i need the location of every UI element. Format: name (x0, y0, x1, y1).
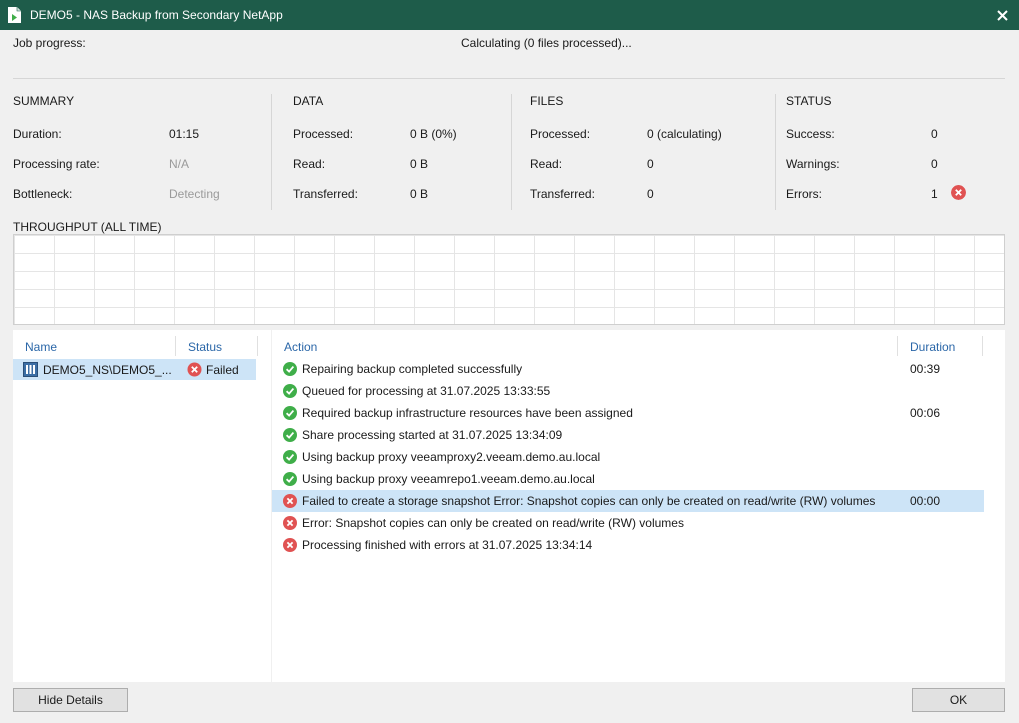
action-row[interactable]: Using backup proxy veeamproxy2.veeam.dem… (272, 446, 984, 468)
processing-rate-value: N/A (169, 157, 190, 171)
file-share-icon (23, 362, 38, 377)
throughput-chart (13, 234, 1005, 325)
action-row[interactable]: Repairing backup completed successfully 0… (272, 358, 984, 380)
success-value: 0 (931, 127, 938, 141)
action-row[interactable]: Required backup infrastructure resources… (272, 402, 984, 424)
files-read-label: Read: (530, 157, 563, 171)
name-column-header[interactable]: Name (25, 340, 57, 354)
data-read-value: 0 B (410, 157, 429, 171)
close-icon (996, 9, 1008, 21)
warnings-label: Warnings: (786, 157, 840, 171)
data-heading: DATA (293, 94, 324, 108)
data-transferred-value: 0 B (410, 187, 429, 201)
check-circle-icon (283, 406, 297, 420)
section-separator (511, 94, 512, 210)
actions-list: Action Duration Repairing backup complet… (272, 330, 1005, 682)
bottleneck-value: Detecting (169, 187, 220, 201)
column-divider[interactable] (257, 336, 258, 356)
duration-column-header[interactable]: Duration (910, 340, 955, 354)
x-circle-icon (283, 516, 297, 530)
action-text: Required backup infrastructure resources… (302, 406, 633, 420)
action-text: Failed to create a storage snapshot Erro… (302, 494, 876, 508)
action-duration: 00:39 (910, 362, 941, 376)
check-circle-icon (283, 362, 297, 376)
action-text: Error: Snapshot copies can only be creat… (302, 516, 684, 530)
action-duration: 00:06 (910, 406, 941, 420)
job-progress-value: Calculating (0 files processed)... (461, 36, 632, 50)
column-divider[interactable] (982, 336, 983, 356)
data-processed-value: 0 B (0%) (410, 127, 457, 141)
error-icon (951, 185, 966, 200)
window-title: DEMO5 - NAS Backup from Secondary NetApp (30, 8, 283, 22)
objects-list: Name Status DEMO5_NS\DEMO5_... Failed (13, 330, 271, 682)
errors-value: 1 (931, 187, 938, 201)
data-processed-label: Processed: (293, 127, 354, 141)
action-column-header[interactable]: Action (284, 340, 317, 354)
duration-value: 01:15 (169, 127, 200, 141)
x-circle-icon (283, 538, 297, 552)
action-text: Share processing started at 31.07.2025 1… (302, 428, 563, 442)
x-circle-icon (187, 362, 202, 377)
action-duration: 00:00 (910, 494, 941, 508)
hide-details-button[interactable]: Hide Details (13, 688, 128, 712)
divider (13, 78, 1005, 79)
throughput-label: THROUGHPUT (ALL TIME) (13, 220, 162, 234)
veeam-job-icon (8, 7, 21, 23)
check-circle-icon (283, 428, 297, 442)
action-row[interactable]: Queued for processing at 31.07.2025 13:3… (272, 380, 984, 402)
files-processed-value: 0 (calculating) (647, 127, 722, 141)
job-progress-label: Job progress: (13, 36, 86, 50)
files-transferred-value: 0 (647, 187, 654, 201)
warnings-value: 0 (931, 157, 938, 171)
files-heading: FILES (530, 94, 564, 108)
files-transferred-label: Transferred: (530, 187, 595, 201)
x-circle-icon (283, 494, 297, 508)
files-read-value: 0 (647, 157, 654, 171)
action-text: Using backup proxy veeamrepo1.veeam.demo… (302, 472, 595, 486)
action-text: Queued for processing at 31.07.2025 13:3… (302, 384, 551, 398)
ok-button[interactable]: OK (912, 688, 1005, 712)
object-row[interactable]: DEMO5_NS\DEMO5_... Failed (13, 359, 256, 380)
action-row[interactable]: Error: Snapshot copies can only be creat… (272, 512, 984, 534)
action-row[interactable]: Share processing started at 31.07.2025 1… (272, 424, 984, 446)
action-text: Using backup proxy veeamproxy2.veeam.dem… (302, 450, 601, 464)
files-processed-label: Processed: (530, 127, 591, 141)
action-text: Processing finished with errors at 31.07… (302, 538, 593, 552)
section-separator (271, 94, 272, 210)
data-transferred-label: Transferred: (293, 187, 358, 201)
title-bar: DEMO5 - NAS Backup from Secondary NetApp (0, 0, 1019, 30)
object-name: DEMO5_NS\DEMO5_... (43, 363, 172, 377)
bottleneck-label: Bottleneck: (13, 187, 73, 201)
dialog-body: Job progress: Calculating (0 files proce… (0, 30, 1019, 723)
check-circle-icon (283, 450, 297, 464)
summary-heading: SUMMARY (13, 94, 75, 108)
status-column-header[interactable]: Status (188, 340, 222, 354)
check-circle-icon (283, 384, 297, 398)
data-read-label: Read: (293, 157, 326, 171)
action-row[interactable]: Processing finished with errors at 31.07… (272, 534, 984, 556)
action-text: Repairing backup completed successfully (302, 362, 523, 376)
action-row[interactable]: Using backup proxy veeamrepo1.veeam.demo… (272, 468, 984, 490)
processing-rate-label: Processing rate: (13, 157, 100, 171)
column-divider[interactable] (175, 336, 176, 356)
close-button[interactable] (985, 0, 1019, 30)
duration-label: Duration: (13, 127, 62, 141)
object-status: Failed (206, 363, 239, 377)
errors-label: Errors: (786, 187, 822, 201)
section-separator (775, 94, 776, 210)
success-label: Success: (786, 127, 835, 141)
check-circle-icon (283, 472, 297, 486)
column-divider[interactable] (897, 336, 898, 356)
action-row[interactable]: Failed to create a storage snapshot Erro… (272, 490, 984, 512)
status-heading: STATUS (786, 94, 832, 108)
